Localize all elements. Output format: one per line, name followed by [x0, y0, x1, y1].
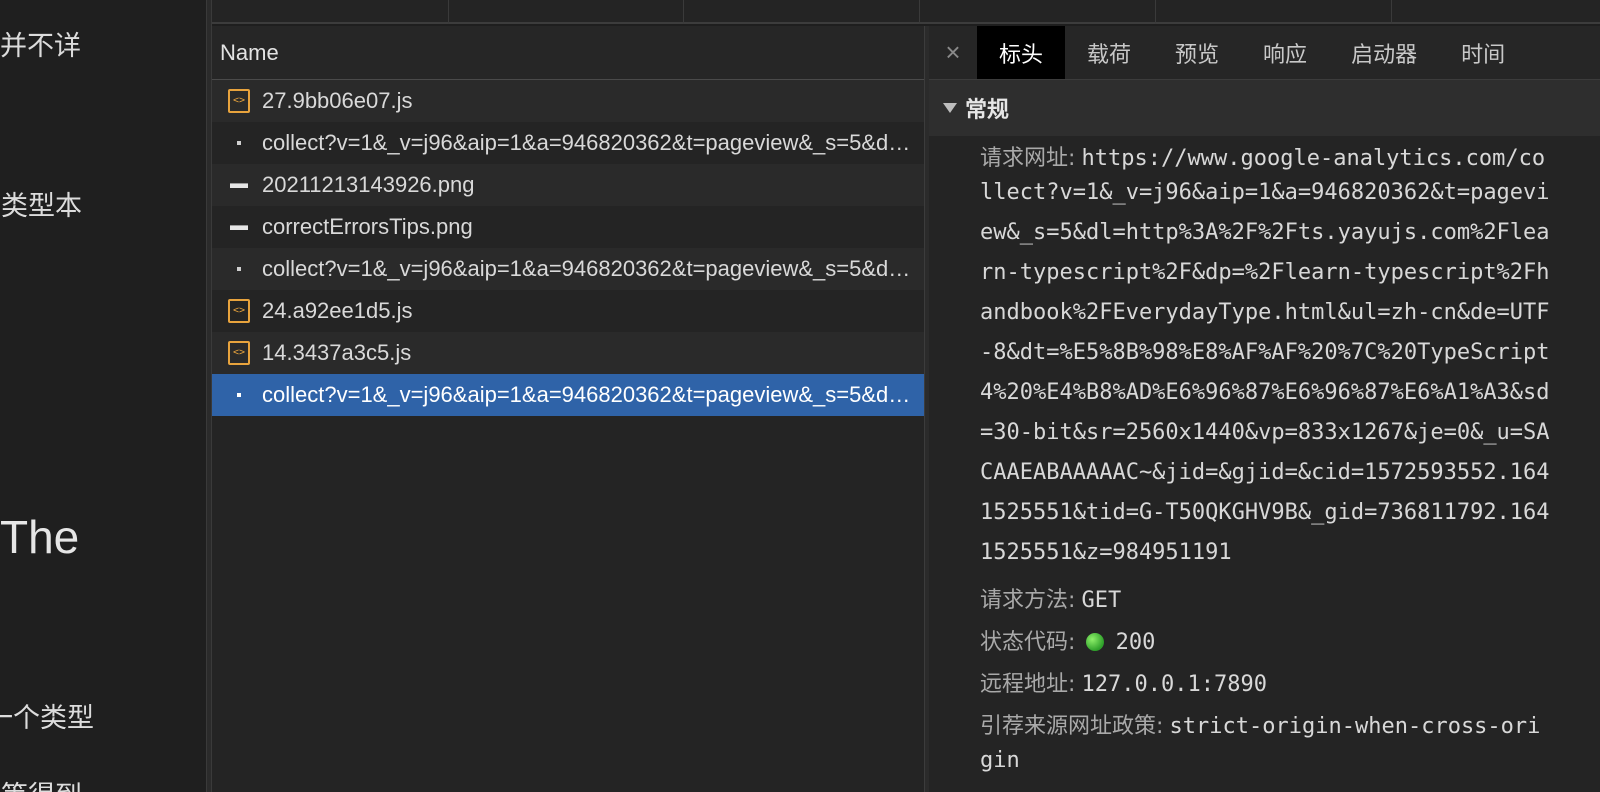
- request-name: 14.3437a3c5.js: [262, 340, 412, 365]
- image-file-icon: [228, 174, 250, 196]
- request-name: collect?v=1&_v=j96&aip=1&a=946820362&t=p…: [262, 382, 912, 407]
- general-section-header[interactable]: 常规: [929, 80, 1600, 136]
- request-name: collect?v=1&_v=j96&aip=1&a=946820362&t=p…: [262, 130, 912, 155]
- tab-timing[interactable]: 时间: [1439, 26, 1527, 79]
- tab-initiator[interactable]: 启动器: [1329, 26, 1439, 79]
- name-column-header[interactable]: Name: [212, 26, 924, 80]
- referrer-policy-value-line: gin: [980, 748, 1020, 773]
- network-requests-list: Name <> 27.9bb06e07.js collect?v=1&_v=j9…: [212, 26, 924, 792]
- status-code-value: 200: [1115, 630, 1156, 655]
- article-text-fragment: 的类型本: [0, 191, 82, 221]
- article-text-fragment: 一个类型: [0, 703, 94, 733]
- request-url-value-line: 1525551&z=984951191: [980, 540, 1232, 565]
- request-dot-icon: [228, 258, 250, 280]
- request-url-value-line: rn-typescript%2F&dp=%2Flearn-typescript%…: [980, 260, 1550, 285]
- request-method-row: 请求方法: GET: [980, 582, 1121, 614]
- request-url-value-line: -8&dt=%E5%8B%98%E8%AF%AF%20%7C%20TypeScr…: [980, 340, 1550, 365]
- referrer-policy-label: 引荐来源网址政策:: [980, 714, 1164, 739]
- strip-divider: [683, 0, 684, 24]
- details-tab-bar: × 标头 载荷 预览 响应 启动器 时间: [929, 26, 1600, 80]
- js-file-icon: <>: [228, 341, 250, 365]
- status-code-row: 状态代码: 200: [980, 624, 1155, 656]
- expand-triangle-icon: [943, 103, 957, 113]
- tab-response[interactable]: 响应: [1241, 26, 1329, 79]
- request-url-row: 请求网址: https://www.google-analytics.com/c…: [980, 140, 1545, 172]
- request-row[interactable]: 20211213143926.png: [212, 164, 924, 206]
- waterfall-header-strip: [212, 0, 1600, 24]
- request-url-value-line: 4%20%E4%B8%AD%E6%96%87%E6%96%87%E6%A1%A3…: [980, 380, 1550, 405]
- article-text-fragment: 本等得到: [0, 774, 82, 792]
- referrer-policy-value: strict-origin-when-cross-ori: [1169, 714, 1541, 739]
- request-url-value-line: 1525551&tid=G-T50QKGHV9B&_gid=736811792.…: [980, 500, 1550, 525]
- remote-address-value: 127.0.0.1:7890: [1081, 672, 1267, 697]
- request-url-value-line: andbook%2FEverydayType.html&ul=zh-cn&de=…: [980, 300, 1550, 325]
- request-name: 24.a92ee1d5.js: [262, 298, 413, 323]
- request-name: correctErrorsTips.png: [262, 214, 473, 239]
- article-pane: 并不详 的类型本 The 一个类型 本等得到: [0, 0, 206, 792]
- request-name: 27.9bb06e07.js: [262, 88, 413, 113]
- section-title: 常规: [965, 97, 1010, 122]
- strip-divider: [1391, 0, 1392, 24]
- request-method-value: GET: [1081, 588, 1122, 613]
- request-url-value-line: CAAEABAAAAAC~&jid=&gjid=&cid=1572593552.…: [980, 460, 1550, 485]
- request-row[interactable]: <> 14.3437a3c5.js: [212, 332, 924, 374]
- strip-divider: [919, 0, 920, 24]
- request-row-selected[interactable]: collect?v=1&_v=j96&aip=1&a=946820362&t=p…: [212, 374, 924, 416]
- remote-address-row: 远程地址: 127.0.0.1:7890: [980, 666, 1267, 698]
- js-file-icon: <>: [228, 89, 250, 113]
- tab-payload[interactable]: 载荷: [1065, 26, 1153, 79]
- status-code-label: 状态代码:: [980, 630, 1076, 655]
- remote-address-label: 远程地址:: [980, 672, 1076, 697]
- status-ok-icon: [1085, 633, 1104, 651]
- image-file-icon: [228, 216, 250, 238]
- strip-divider: [1155, 0, 1156, 24]
- article-heading-fragment: The: [0, 511, 80, 563]
- request-url-value-line: llect?v=1&_v=j96&aip=1&a=946820362&t=pag…: [980, 180, 1550, 205]
- request-url-label: 请求网址:: [980, 146, 1076, 171]
- js-file-icon: <>: [228, 299, 250, 323]
- tab-preview[interactable]: 预览: [1153, 26, 1241, 79]
- devtools-screen: 并不详 的类型本 The 一个类型 本等得到 Name <> 27.9bb06e…: [0, 0, 1600, 792]
- strip-divider: [448, 0, 449, 24]
- request-name: collect?v=1&_v=j96&aip=1&a=946820362&t=p…: [262, 256, 912, 281]
- tab-headers[interactable]: 标头: [977, 26, 1066, 79]
- request-row[interactable]: <> 27.9bb06e07.js: [212, 80, 924, 122]
- request-dot-icon: [228, 132, 250, 154]
- request-row[interactable]: <> 24.a92ee1d5.js: [212, 290, 924, 332]
- request-url-value-line: ew&_s=5&dl=http%3A%2F%2Fts.yayujs.com%2F…: [980, 220, 1550, 245]
- request-row[interactable]: correctErrorsTips.png: [212, 206, 924, 248]
- request-url-value: https://www.google-analytics.com/co: [1081, 146, 1546, 171]
- request-method-label: 请求方法:: [980, 588, 1076, 613]
- request-name: 20211213143926.png: [262, 172, 475, 197]
- request-url-value-line: =30-bit&sr=2560x1440&vp=833x1267&je=0&_u…: [980, 420, 1550, 445]
- close-icon[interactable]: ×: [929, 26, 977, 79]
- request-row[interactable]: collect?v=1&_v=j96&aip=1&a=946820362&t=p…: [212, 248, 924, 290]
- request-row[interactable]: collect?v=1&_v=j96&aip=1&a=946820362&t=p…: [212, 122, 924, 164]
- request-dot-icon: [228, 384, 250, 406]
- referrer-policy-row: 引荐来源网址政策: strict-origin-when-cross-ori: [980, 708, 1540, 740]
- article-text-fragment: 并不详: [0, 31, 81, 61]
- request-details-panel: × 标头 载荷 预览 响应 启动器 时间 常规 请求网址: https://ww…: [929, 26, 1600, 792]
